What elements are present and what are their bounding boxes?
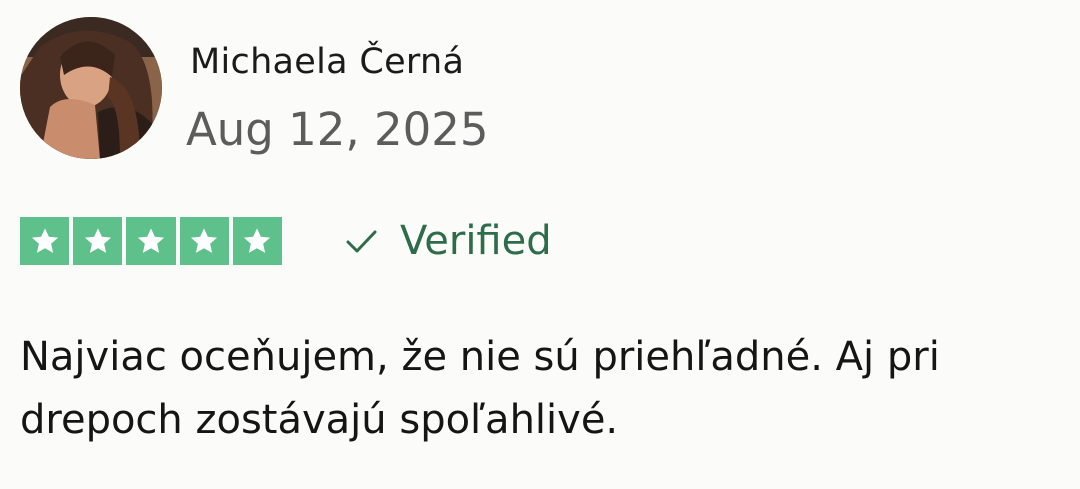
- avatar-photo: [20, 17, 162, 159]
- avatar: [20, 17, 162, 159]
- star-box: [126, 217, 176, 265]
- review-text: Najviac oceňujem, že nie sú priehľadné. …: [20, 326, 1060, 452]
- review-text-line: drepoch zostávajú spoľahlivé.: [20, 397, 619, 443]
- verified-label: Verified: [400, 218, 552, 264]
- review-text-line: Najviac oceňujem, že nie sú priehľadné. …: [20, 334, 940, 380]
- check-icon: [342, 222, 380, 260]
- star-icon: [137, 228, 165, 253]
- star-box: [20, 217, 70, 265]
- star-icon: [191, 228, 218, 253]
- star-icon: [244, 228, 271, 253]
- review-card: Michaela Černá Aug 12, 2025 Verified Naj…: [0, 0, 1080, 489]
- star-icon: [31, 228, 58, 253]
- star-box: [179, 217, 229, 265]
- star-box: [73, 217, 123, 265]
- star-rating: [20, 217, 282, 265]
- star-box: [232, 217, 282, 265]
- author-name: Michaela Černá: [190, 42, 465, 82]
- verified-badge: Verified: [342, 216, 552, 266]
- review-date: Aug 12, 2025: [186, 103, 489, 156]
- star-icon: [84, 228, 111, 253]
